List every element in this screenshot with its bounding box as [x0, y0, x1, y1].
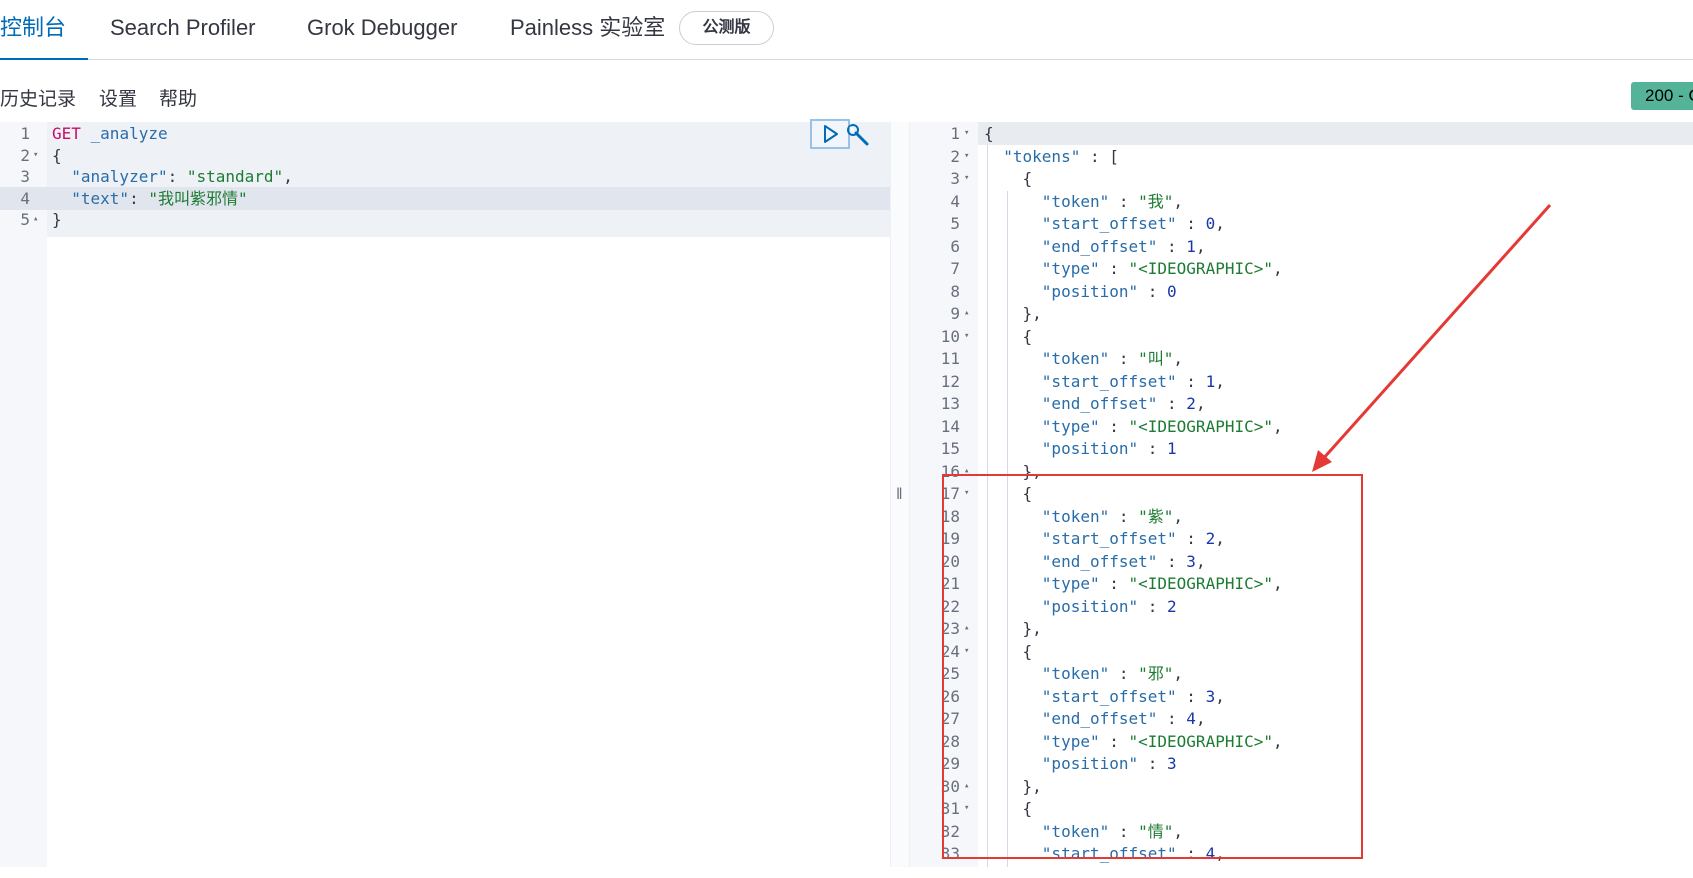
annotation-arrow-icon — [1312, 204, 1552, 472]
